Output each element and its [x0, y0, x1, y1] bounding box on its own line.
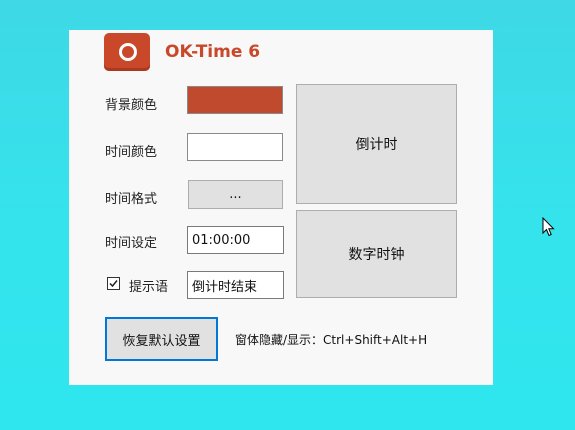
desktop-background: OK-Time 6 背景颜色 时间颜色 时间格式 ... 时间设定 01:00:…: [0, 0, 575, 430]
tip-checkbox[interactable]: [107, 277, 120, 290]
time-format-button[interactable]: ...: [188, 180, 283, 209]
time-set-label: 时间设定: [105, 236, 158, 251]
digital-clock-button[interactable]: 数字时钟: [296, 210, 457, 298]
app-title: OK-Time 6: [165, 42, 261, 62]
reset-defaults-button[interactable]: 恢复默认设置: [105, 317, 218, 361]
app-window: OK-Time 6 背景颜色 时间颜色 时间格式 ... 时间设定 01:00:…: [69, 30, 493, 385]
app-logo-icon: [104, 33, 150, 71]
checkmark-icon: [109, 280, 118, 288]
bg-color-label: 背景颜色: [105, 98, 158, 113]
countdown-button[interactable]: 倒计时: [296, 84, 457, 204]
tip-input[interactable]: 倒计时结束: [187, 271, 284, 299]
time-color-label: 时间颜色: [105, 145, 158, 160]
bg-color-swatch[interactable]: [187, 86, 283, 114]
tip-label: 提示语: [129, 280, 169, 295]
time-set-input[interactable]: 01:00:00: [187, 226, 284, 254]
logo-ring: [119, 43, 137, 61]
shortcut-hint: 窗体隐藏/显示：Ctrl+Shift+Alt+H: [235, 333, 428, 347]
time-format-label: 时间格式: [105, 192, 158, 207]
time-color-swatch[interactable]: [187, 133, 283, 161]
mouse-cursor-icon: [542, 217, 555, 237]
